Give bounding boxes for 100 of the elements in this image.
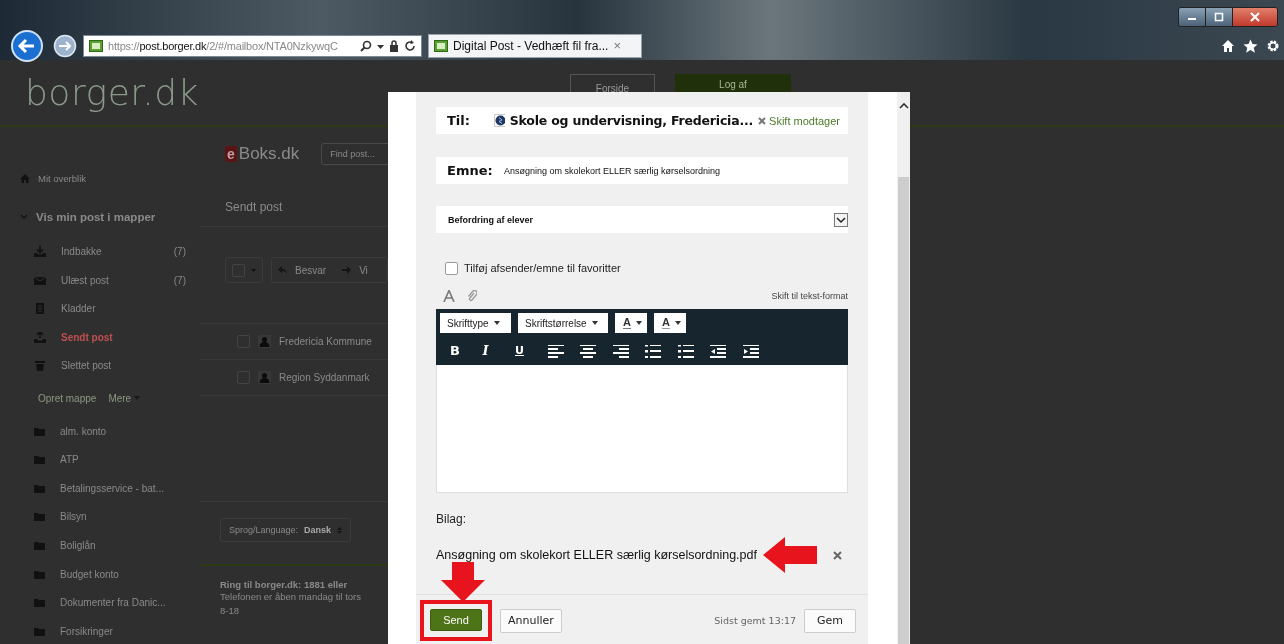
sidebar-item[interactable]: Mit overblik <box>20 164 200 193</box>
folder-icon <box>34 512 45 522</box>
remove-attachment-icon[interactable] <box>833 550 842 560</box>
forward-button[interactable] <box>53 33 77 58</box>
text-color-dropdown[interactable]: A <box>615 313 647 333</box>
folder-item[interactable]: ATP <box>20 445 200 474</box>
caret-icon <box>674 321 681 325</box>
tray-upload-icon <box>34 331 46 343</box>
align-left-icon[interactable] <box>547 344 564 358</box>
more-menu[interactable]: Mere <box>108 392 141 404</box>
sidebar-item[interactable]: Slettet post <box>20 351 200 381</box>
attachments-label: Bilag: <box>436 512 468 526</box>
person-icon <box>258 335 271 348</box>
home-icon[interactable] <box>1221 38 1235 53</box>
search-field[interactable]: Find post... <box>321 143 388 165</box>
align-center-icon[interactable] <box>580 344 596 358</box>
message-row[interactable]: Fredericia Kommune <box>200 324 388 360</box>
save-button[interactable]: Gem <box>804 608 856 633</box>
tab-title: Digital Post - Vedhæft fil fra... <box>453 38 609 53</box>
align-right-icon[interactable] <box>612 344 629 358</box>
site-logo[interactable]: borger.dk <box>25 72 199 113</box>
reply-arrow-icon <box>278 266 287 274</box>
search-icon[interactable] <box>360 39 372 52</box>
close-button[interactable] <box>1233 8 1277 26</box>
paperclip-icon[interactable] <box>467 290 477 302</box>
underline-button[interactable]: U <box>515 344 548 358</box>
document-icon <box>34 303 46 315</box>
change-recipient-link[interactable]: Skift modtager <box>758 114 840 127</box>
cancel-button[interactable]: Annuller <box>500 608 562 633</box>
close-icon <box>758 116 767 125</box>
person-icon <box>258 371 271 384</box>
indent-icon[interactable] <box>742 344 759 358</box>
reply-button[interactable]: Besvar <box>278 264 327 276</box>
folder-icon <box>34 455 45 465</box>
checkbox-label: Tilføj afsender/emne til favoritter <box>464 262 621 274</box>
folder-icon <box>34 426 45 436</box>
folder-icon <box>34 569 45 579</box>
eboks-logo[interactable]: e Boks.dk <box>225 144 300 164</box>
address-field[interactable]: https://post.borger.dk/2/#/mailbox/NTA0NzkywqC <box>83 34 422 57</box>
folder-section-toggle[interactable]: Vis min post i mapper <box>20 202 200 232</box>
sidebar-item[interactable]: Indbakke (7) <box>20 237 200 266</box>
folder-item[interactable]: Forsikringer <box>20 616 200 644</box>
numbers-icon[interactable] <box>677 344 694 358</box>
settings-icon[interactable] <box>1266 38 1280 53</box>
message-body-field[interactable] <box>436 365 848 493</box>
recipient-field[interactable]: Til: Skole og undervisning, Fredericia... Skift modtager <box>436 107 848 134</box>
maximize-button[interactable] <box>1206 8 1233 26</box>
right-arrow-icon <box>342 266 352 274</box>
folder-item[interactable]: alm. konto <box>20 416 200 446</box>
folder-item[interactable]: Budget konto <box>20 559 200 589</box>
language-select[interactable]: Sprog/Language: Dansk <box>220 518 352 542</box>
switch-format-link[interactable]: Skift til tekst-format <box>771 291 848 301</box>
tab-close-button[interactable]: × <box>613 38 621 53</box>
maximize-icon <box>1214 12 1224 22</box>
page-icon <box>434 39 448 52</box>
folder-item[interactable]: Bilsyn <box>20 502 200 532</box>
create-folder-link[interactable]: Opret mappe <box>38 392 97 404</box>
bullets-icon[interactable] <box>645 344 661 358</box>
caret-icon <box>635 321 642 325</box>
send-button[interactable]: Send <box>430 609 482 631</box>
subject-field[interactable]: Emne: Ansøgning om skolekort ELLER særlig kørselsordning <box>436 157 848 184</box>
scrollbar[interactable] <box>897 92 910 644</box>
font-dropdown[interactable]: Skriftstørrelse <box>518 313 608 333</box>
star-icon[interactable] <box>1243 38 1258 53</box>
folder-item[interactable]: Boliglån <box>20 531 200 560</box>
category-select[interactable]: Befordring af elever <box>436 206 848 233</box>
minimize-button[interactable] <box>1179 8 1206 26</box>
left-arrow-annotation <box>763 537 817 573</box>
text-format-tab-icon[interactable] <box>443 290 455 302</box>
forward-button[interactable]: Vi <box>342 264 368 276</box>
scroll-up-icon[interactable] <box>898 102 909 109</box>
message-row[interactable]: Region Syddanmark <box>200 360 388 396</box>
browser-tab[interactable]: Digital Post - Vedhæft fil fra... × <box>428 33 642 58</box>
folder-icon <box>34 598 45 608</box>
folder-item[interactable]: Betalingsservice - bat... <box>20 473 200 503</box>
attachment-file-name[interactable]: Ansøgning om skolekort ELLER særlig kørselsordning.pdf <box>436 548 757 562</box>
italic-button[interactable]: I <box>482 344 515 358</box>
font-dropdown[interactable]: Skrifttype <box>440 313 511 333</box>
trash-icon <box>34 360 46 372</box>
lock-icon <box>389 39 399 52</box>
sort-arrows-icon <box>337 526 343 534</box>
folder-item[interactable]: Dokumenter fra Danic... <box>20 588 200 617</box>
close-icon <box>1250 12 1260 22</box>
text-color-dropdown[interactable]: A <box>654 313 686 333</box>
folder-icon <box>34 483 45 493</box>
outdent-icon[interactable] <box>710 344 726 358</box>
favorite-checkbox[interactable] <box>445 261 458 275</box>
last-saved-text: Sidst gemt 13:17 <box>714 615 796 626</box>
folder-icon <box>34 626 45 636</box>
opening-hours-text: Telefonen er åben mandag til tors <box>220 590 362 604</box>
opening-hours-text: 8-18 <box>220 604 240 618</box>
refresh-icon[interactable] <box>404 39 416 52</box>
sidebar-item[interactable]: Sendt post <box>20 322 200 352</box>
sidebar-item[interactable]: Kladder <box>20 294 200 323</box>
sidebar-item[interactable]: Ulæst post (7) <box>20 265 200 295</box>
chevron-icon <box>20 212 28 221</box>
shield-icon <box>493 114 505 127</box>
phone-heading: Ring til borger.dk: 1881 eller <box>220 579 349 590</box>
bold-button[interactable]: B <box>450 344 483 358</box>
back-button[interactable] <box>11 29 43 62</box>
